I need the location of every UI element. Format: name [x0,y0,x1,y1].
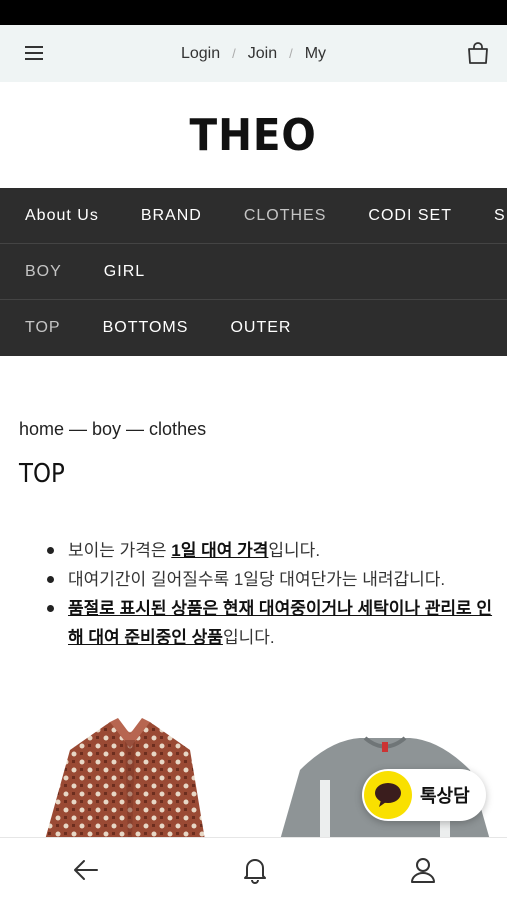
notice-text: 보이는 가격은 [68,541,172,560]
notice-highlight: 1일 대여 가격 [171,541,269,560]
separator: / [289,46,293,61]
nav-item-truncated[interactable]: S [494,207,506,225]
nav-item-clothes[interactable]: CLOTHES [244,207,327,225]
hamburger-menu-icon[interactable] [24,43,44,63]
back-arrow-icon[interactable] [72,856,100,884]
nav-item-girl[interactable]: GIRL [104,263,145,281]
talk-consult-button[interactable]: 톡상담 [362,769,486,821]
bell-icon[interactable] [241,856,269,884]
status-bar [0,0,507,25]
nav-item-about-us[interactable]: About Us [25,207,99,225]
talk-consult-label: 톡상담 [420,786,470,806]
category-nav: About Us BRAND CLOTHES CODI SET S BOY GI… [0,188,507,356]
patterned-shirt-image [45,718,205,840]
nav-item-boy[interactable]: BOY [25,263,62,281]
product-card-image[interactable] [30,710,220,840]
nav-item-top[interactable]: TOP [25,319,61,337]
notice-highlight: 품절로 표시된 상품은 현재 대여중이거나 세탁이나 관리로 인해 대여 준비중… [68,599,493,647]
my-link[interactable]: My [305,45,326,63]
account-links: Login / Join / My [181,45,326,63]
login-link[interactable]: Login [181,45,220,63]
nav-item-brand[interactable]: BRAND [141,207,202,225]
bottom-nav-bar [0,837,507,900]
logo-area: THEO [0,82,507,188]
brand-logo[interactable]: THEO [190,110,317,161]
subcategory-nav-row: TOP BOTTOMS OUTER [0,300,507,356]
nav-item-outer[interactable]: OUTER [230,319,291,337]
user-icon[interactable] [409,856,437,884]
notice-item: 보이는 가격은 1일 대여 가격입니다. [44,536,494,565]
chat-bubble-icon [364,771,412,819]
notice-item: 품절로 표시된 상품은 현재 대여중이거나 세탁이나 관리로 인해 대여 준비중… [44,594,494,652]
gender-nav-row: BOY GIRL [0,244,507,300]
rental-notices: 보이는 가격은 1일 대여 가격입니다. 대여기간이 길어질수록 1일당 대여단… [44,536,494,652]
breadcrumb: home — boy — clothes [19,419,207,439]
page-title: TOP [19,459,65,489]
join-link[interactable]: Join [248,45,277,63]
nav-item-codi-set[interactable]: CODI SET [368,207,452,225]
separator: / [232,46,236,61]
notice-item: 대여기간이 길어질수록 1일당 대여단가는 내려갑니다. [44,565,494,594]
notice-text: 대여기간이 길어질수록 1일당 대여단가는 내려갑니다. [68,570,446,589]
nav-item-bottoms[interactable]: BOTTOMS [103,319,189,337]
notice-text: 입니다. [222,628,275,647]
main-nav-row: About Us BRAND CLOTHES CODI SET S [0,188,507,244]
shopping-bag-icon[interactable] [467,41,489,65]
notice-text: 입니다. [268,541,321,560]
top-bar: Login / Join / My [0,25,507,82]
